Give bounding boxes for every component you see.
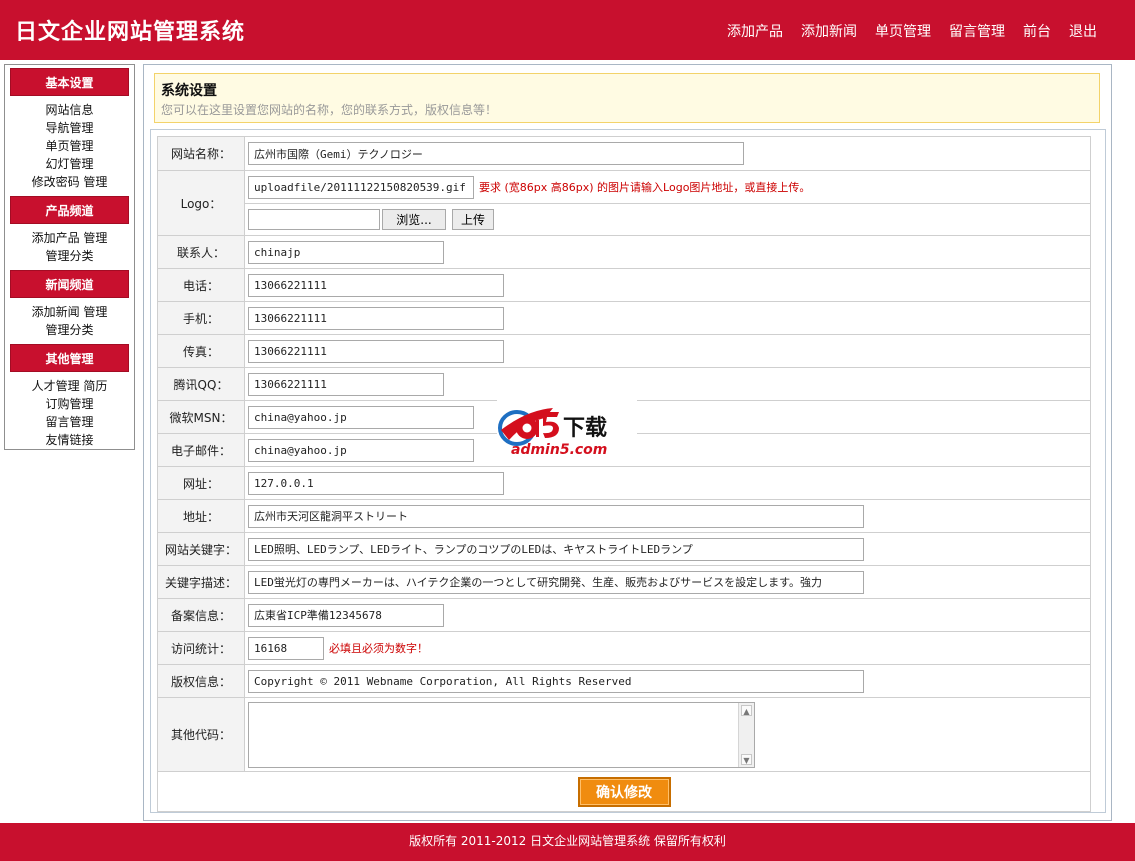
fax-label: 传真： [157,334,245,368]
header-bar: 日文企业网站管理系统 添加产品 添加新闻 单页管理 留言管理 前台 退出 [0,0,1135,60]
sidebar-group-basic: 网站信息 导航管理 单页管理 幻灯管理 修改密码 管理 [5,96,134,193]
sidebar-head-products: 产品频道 [10,196,129,224]
scroll-down-icon[interactable]: ▼ [741,753,752,765]
phone-input[interactable] [248,273,504,297]
sidebar-item-orders[interactable]: 订购管理 [45,397,93,411]
address-input[interactable] [248,504,864,528]
nav-logout[interactable]: 退出 [1069,21,1097,41]
qq-input[interactable] [248,372,444,396]
nav-add-news[interactable]: 添加新闻 [801,21,857,41]
sidebar-item-news-categories[interactable]: 管理分类 [45,323,93,337]
watermark-domain: admin5.com [511,442,607,458]
page-description: 您可以在这里设置您网站的名称，您的联系方式，版权信息等！ [161,103,498,117]
sidebar-head-other: 其他管理 [10,344,129,372]
watermark-chars: 下载 [563,415,607,441]
sidebar: 基本设置 网站信息 导航管理 单页管理 幻灯管理 修改密码 管理 产品频道 添加… [4,64,135,450]
confirm-button[interactable]: 确认修改 [577,776,671,807]
browse-button[interactable]: 浏览... [382,209,446,230]
stats-hint: 必填且必须为数字！ [329,642,428,655]
qq-label: 腾讯QQ： [157,367,245,401]
url-label: 网址： [157,466,245,500]
sidebar-item-talent[interactable]: 人才管理 [32,379,80,393]
sidebar-item-news-manage[interactable]: 管理 [83,305,107,319]
upload-button[interactable]: 上传 [452,209,495,230]
sidebar-group-news: 添加新闻 管理 管理分类 [5,298,134,341]
other-code-field: ▲ ▼ [248,701,755,768]
logo-path-input[interactable] [248,175,474,199]
scroll-up-icon[interactable]: ▲ [741,704,752,716]
nav-add-product[interactable]: 添加产品 [727,21,783,41]
description-label: 关键字描述： [157,565,245,599]
sidebar-item-add-product[interactable]: 添加产品 [32,231,80,245]
nav-frontend[interactable]: 前台 [1023,21,1051,41]
msn-label: 微软MSN： [157,400,245,434]
sidebar-item-links[interactable]: 友情链接 [45,433,93,447]
sidebar-item-slides[interactable]: 幻灯管理 [45,157,93,171]
nav-single-page[interactable]: 单页管理 [875,21,931,41]
sidebar-item-single-page[interactable]: 单页管理 [45,139,93,153]
nav-messages[interactable]: 留言管理 [949,21,1005,41]
logo-hint: 要求 (宽86px 高86px) 的图片请输入Logo图片地址，或直接上传。 [479,181,811,194]
stats-label: 访问统计： [157,631,245,665]
icp-label: 备案信息： [157,598,245,632]
contact-input[interactable] [248,240,444,264]
logo-label: Logo： [157,170,245,236]
description-input[interactable] [248,570,864,594]
sidebar-item-product-manage[interactable]: 管理 [83,231,107,245]
contact-label: 联系人： [157,235,245,269]
top-nav: 添加产品 添加新闻 单页管理 留言管理 前台 退出 [727,21,1097,41]
a5-watermark-logo: 下载 admin5.com [497,400,637,458]
site-name-input[interactable] [248,142,744,165]
mobile-label: 手机： [157,301,245,335]
settings-notice: 系统设置 您可以在这里设置您网站的名称，您的联系方式，版权信息等！ [154,73,1100,123]
fax-input[interactable] [248,339,504,363]
site-title: 日文企业网站管理系统 [15,19,246,45]
footer: 版权所有 2011-2012 日文企业网站管理系统 保留所有权利 [0,823,1135,861]
sidebar-item-nav[interactable]: 导航管理 [45,121,93,135]
email-input[interactable] [248,438,474,462]
copyright-label: 版权信息： [157,664,245,698]
other-code-label: 其他代码： [157,697,245,772]
other-code-textarea[interactable] [249,702,739,767]
keywords-input[interactable] [248,537,864,561]
sidebar-item-site-info[interactable]: 网站信息 [45,103,93,117]
page-title: 系统设置 [161,83,217,99]
sidebar-group-other: 人才管理 简历 订购管理 留言管理 友情链接 [5,372,134,451]
stats-input[interactable] [248,636,324,660]
a5-logo-icon: 下载 admin5.com [498,408,607,458]
footer-copyright: 版权所有 2011-2012 日文企业网站管理系统 保留所有权利 [409,834,726,848]
phone-label: 电话： [157,268,245,302]
textarea-scrollbar[interactable]: ▲ ▼ [738,702,754,767]
sidebar-item-messages[interactable]: 留言管理 [45,415,93,429]
sidebar-item-resume[interactable]: 简历 [83,379,107,393]
mobile-input[interactable] [248,306,504,330]
email-label: 电子邮件： [157,433,245,467]
msn-input[interactable] [248,405,474,429]
sidebar-item-add-news[interactable]: 添加新闻 [32,305,80,319]
site-name-label: 网站名称： [157,136,245,171]
submit-row: 确认修改 [157,771,1091,812]
url-input[interactable] [248,471,504,495]
keywords-label: 网站关键字： [157,532,245,566]
sidebar-group-products: 添加产品 管理 管理分类 [5,224,134,267]
copyright-input[interactable] [248,669,864,693]
sidebar-head-news: 新闻频道 [10,270,129,298]
logo-file-input[interactable] [248,209,380,230]
sidebar-item-admin[interactable]: 管理 [83,175,107,189]
settings-form: 网站名称： Logo： 要求 (宽86px 高86px) 的图片请输入Logo图… [157,136,1091,812]
sidebar-item-change-password[interactable]: 修改密码 [32,175,80,189]
icp-input[interactable] [248,603,444,627]
sidebar-head-basic: 基本设置 [10,68,129,96]
sidebar-item-product-categories[interactable]: 管理分类 [45,249,93,263]
settings-form-container: 网站名称： Logo： 要求 (宽86px 高86px) 的图片请输入Logo图… [150,129,1106,813]
address-label: 地址： [157,499,245,533]
